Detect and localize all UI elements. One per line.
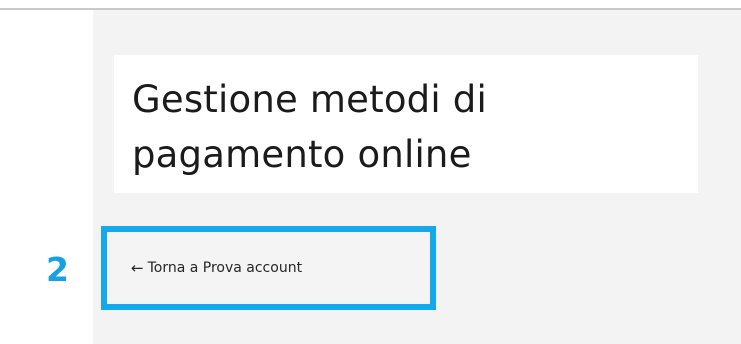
back-link-label: Torna a Prova account bbox=[147, 260, 303, 276]
step-number-callout: 2 bbox=[46, 250, 69, 289]
arrow-left-icon: ← bbox=[131, 259, 144, 277]
page-title: Gestione metodi di pagamento online bbox=[132, 78, 487, 176]
back-to-account-link[interactable]: ← Torna a Prova account bbox=[131, 258, 302, 278]
